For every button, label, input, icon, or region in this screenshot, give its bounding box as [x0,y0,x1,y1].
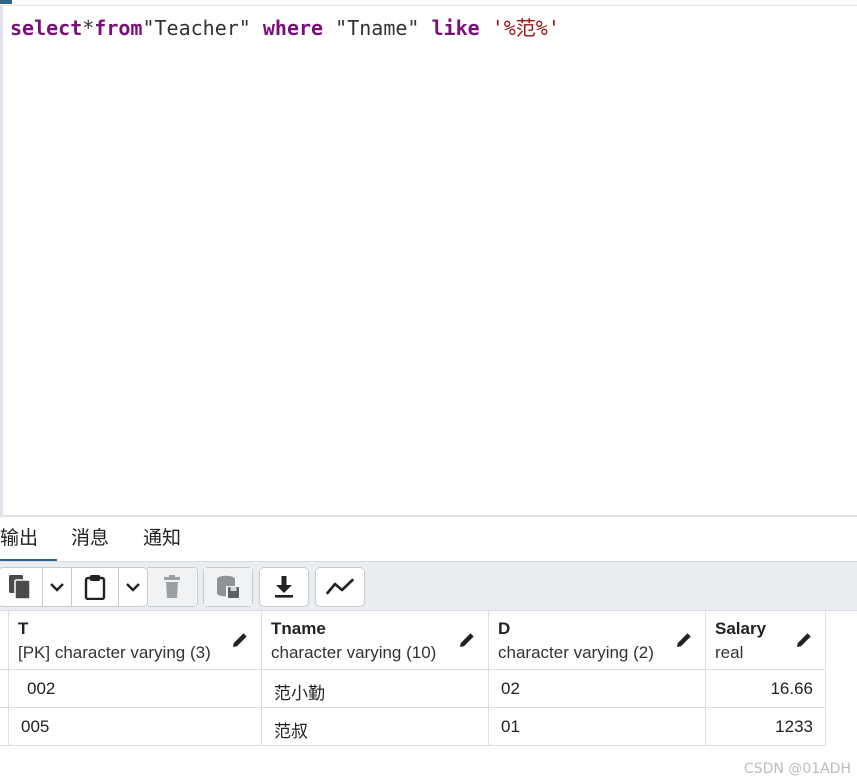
edit-pencil-icon[interactable] [675,631,693,649]
editor-top-border [0,5,857,6]
query-token: '%范%' [491,16,560,40]
download-icon [275,576,293,598]
row-number-cell[interactable] [0,670,9,708]
table-cell[interactable]: 005 [9,708,262,746]
graph-icon [326,578,354,595]
cell-value: 1233 [775,717,813,736]
cell-value: 范小勤 [274,684,325,703]
cell-value: 002 [27,679,56,698]
column-name: T [18,619,29,638]
delete-icon [164,575,180,598]
row-number-header [0,611,9,670]
query-line[interactable]: select*from"Teacher" where "Tname" like … [10,16,560,40]
paste-icon [84,575,106,600]
query-token: * [82,16,95,40]
table-cell[interactable]: 01 [489,708,706,746]
table-cell[interactable]: 1233 [706,708,826,746]
column-header-d[interactable]: D character varying (2) [489,611,706,670]
query-token: "Tname" [323,16,432,40]
editor-accent-bar [0,0,12,4]
grid-header-row: T [PK] character varying (3) Tname chara… [0,611,826,670]
chevron-down-icon [126,583,140,592]
tab-messages[interactable]: 消息 [71,525,109,559]
edit-pencil-icon[interactable] [458,631,476,649]
copy-paste-group [0,567,148,607]
query-token [480,16,492,40]
column-name: Salary [715,619,767,638]
tab-notifications[interactable]: 通知 [143,525,181,559]
save-data-button[interactable] [204,568,252,606]
graph-visualiser-button[interactable] [316,568,364,606]
cell-value: 16.66 [770,679,813,698]
editor-gutter [0,6,3,515]
cell-value: 02 [501,679,520,698]
column-header-tname[interactable]: Tname character varying (10) [262,611,489,670]
table-cell[interactable]: 002 [9,670,262,708]
row-number-cell[interactable] [0,708,9,746]
column-type: [PK] character varying (3) [18,643,211,662]
query-token: like [431,16,480,40]
delete-row-button[interactable] [148,568,196,606]
save-data-icon [217,575,239,598]
table-row[interactable]: 002 范小勤 02 16.66 [0,670,826,708]
query-token: where [262,16,324,40]
column-name: D [498,619,511,638]
table-cell[interactable]: 范小勤 [262,670,489,708]
tab-output[interactable]: 输出 [0,525,57,563]
cell-value: 01 [501,717,520,736]
query-token: "Teacher" [142,16,263,40]
download-button[interactable] [260,568,308,606]
chevron-down-icon [49,583,64,592]
table-cell[interactable]: 范叔 [262,708,489,746]
delete-group [148,567,198,607]
results-toolbar [0,561,857,611]
column-type: character varying (10) [271,643,437,662]
column-type: real [715,643,744,662]
cell-value: 范叔 [274,722,308,741]
download-group [259,567,309,607]
edit-pencil-icon[interactable] [795,631,813,649]
copy-icon [9,575,32,600]
copy-button[interactable] [0,568,43,606]
paste-button[interactable] [72,568,120,606]
cell-value: 005 [21,717,50,736]
result-tabs: 输出 消息 通知 [0,517,857,563]
copy-options-button[interactable] [43,568,72,606]
query-editor[interactable]: select*from"Teacher" where "Tname" like … [0,0,857,515]
column-name: Tname [271,619,326,638]
edit-pencil-icon[interactable] [231,631,249,649]
query-token: select [10,16,83,40]
column-type: character varying (2) [498,643,654,662]
query-token: from [94,16,143,40]
save-group [203,567,253,607]
column-header-salary[interactable]: Salary real [706,611,826,670]
table-cell[interactable]: 16.66 [706,670,826,708]
watermark: CSDN @01ADH [743,761,851,777]
column-header-t[interactable]: T [PK] character varying (3) [9,611,262,670]
graph-group [315,567,365,607]
table-cell[interactable]: 02 [489,670,706,708]
paste-options-button[interactable] [119,568,147,606]
table-row[interactable]: 005 范叔 01 1233 [0,708,826,746]
